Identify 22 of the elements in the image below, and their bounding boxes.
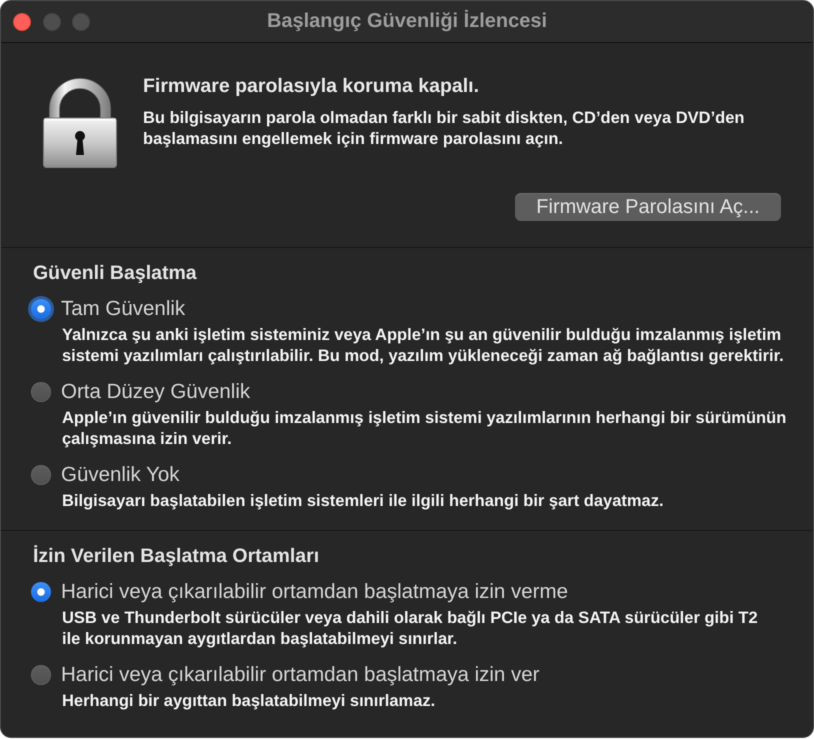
- status-description: Bu bilgisayarın parola olmadan farklı bir sabit diskten, CD’den veya DVD’den başlamasını engellemek için firmware parolasını açın.: [143, 108, 744, 150]
- radio-button[interactable]: [31, 665, 51, 685]
- option-label[interactable]: Güvenlik Yok: [61, 463, 180, 487]
- status-heading: Firmware parolasıyla koruma kapalı.: [143, 74, 480, 98]
- option-label[interactable]: Harici veya çıkarılabilir ortamdan başlatmaya izin ver: [61, 663, 540, 687]
- option-description: Yalnızca şu anki işletim sisteminiz veya Apple’ın şu an güvenilir bulduğu imzalanmış işletim sistemi yazılımları çalıştırılabilir. Bu mod, yazılım yükleneceği zaman ağ bağlantısı gerektirir.: [61, 325, 785, 367]
- option-label[interactable]: Orta Düzey Güvenlik: [61, 380, 250, 404]
- option-description: Bilgisayarı başlatabilen işletim sistemleri ile ilgili herhangi bir şart dayatmaz.: [61, 491, 665, 512]
- radio-button[interactable]: [31, 465, 51, 485]
- window-title: Başlangıç Güvenliği İzlencesi: [266, 10, 548, 33]
- option-label[interactable]: Tam Güvenlik: [61, 297, 186, 321]
- padlock-icon: [43, 78, 117, 168]
- option-description: Herhangi bir aygıttan başlatabilmeyi sınırlamaz.: [61, 691, 436, 712]
- firmware-password-button[interactable]: Firmware Parolasını Aç...: [515, 193, 781, 221]
- option-label[interactable]: Harici veya çıkarılabilir ortamdan başlatmaya izin verme: [61, 580, 568, 604]
- radio-button[interactable]: [31, 382, 51, 402]
- section-heading: Güvenli Başlatma: [32, 262, 198, 284]
- section-heading: İzin Verilen Başlatma Ortamları: [32, 545, 320, 567]
- option-description: Apple’ın güvenilir bulduğu imzalanmış işletim sistemi yazılımlarının herhangi bir sürümünün çalışmasına izin verir.: [61, 408, 788, 450]
- option-description: USB ve Thunderbolt sürücüler veya dahili olarak bağlı PCIe ya da SATA sürücüler gibi T2 ile korunmayan aygıtlardan başlatabilmeyi sınırlar.: [61, 608, 759, 650]
- radio-button[interactable]: [31, 582, 51, 602]
- close-button[interactable]: [13, 12, 31, 30]
